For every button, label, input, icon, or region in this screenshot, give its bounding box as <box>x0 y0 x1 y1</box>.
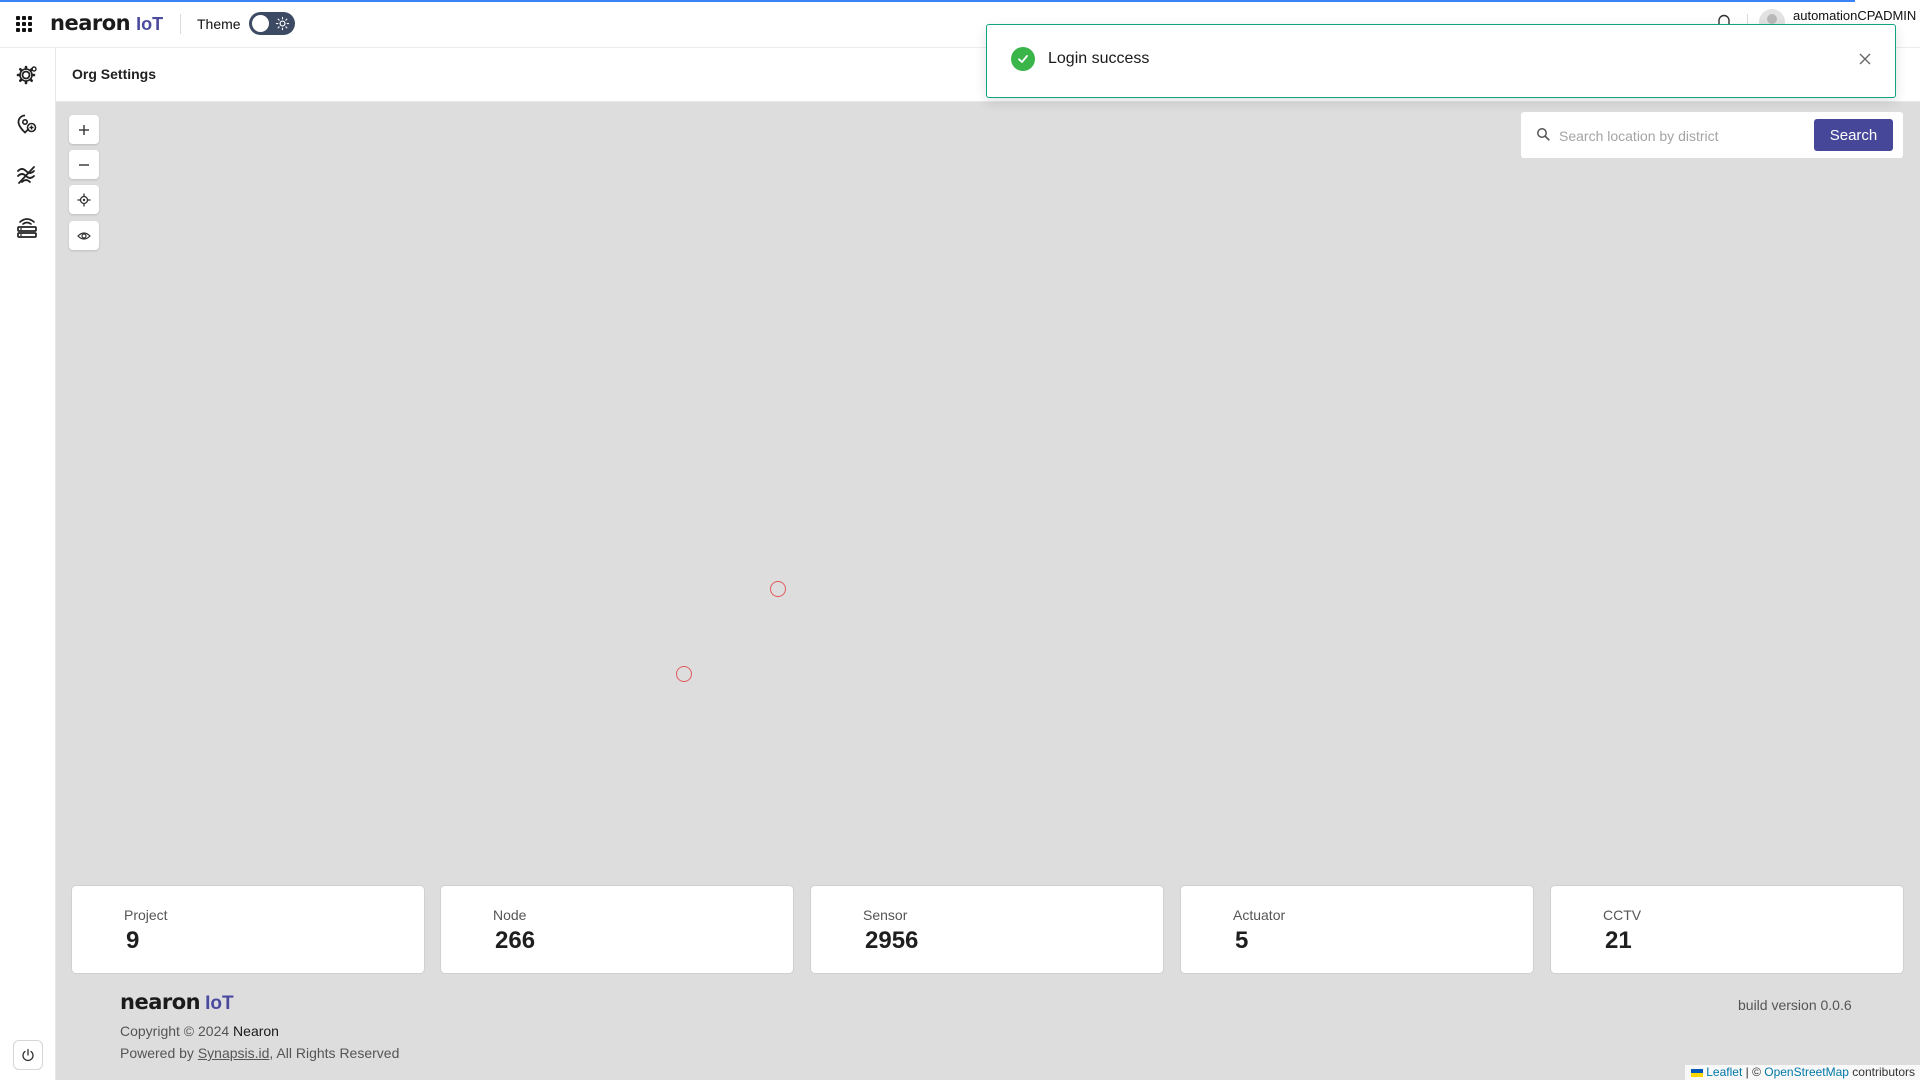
theme-label: Theme <box>197 16 241 32</box>
minus-icon <box>79 163 89 166</box>
sun-icon <box>275 16 290 31</box>
attribution-suffix: contributors <box>1848 1065 1915 1079</box>
map-attribution: Leaflet | © OpenStreetMap contributors <box>1685 1065 1920 1080</box>
search-icon <box>1537 128 1550 141</box>
stat-label: Project <box>124 907 168 923</box>
leaflet-link[interactable]: Leaflet <box>1706 1065 1742 1079</box>
login-success-toast: Login success <box>986 24 1896 98</box>
powered-prefix: Powered by <box>120 1045 194 1061</box>
page-title: Org Settings <box>72 66 157 82</box>
stat-value: 21 <box>1605 927 1632 954</box>
visibility-button[interactable] <box>69 221 99 250</box>
map-marker[interactable] <box>676 666 692 682</box>
sidebar-item-sensors[interactable] <box>14 162 40 188</box>
stat-value: 2956 <box>865 927 919 954</box>
logo-iot: IoT <box>136 14 164 34</box>
username[interactable]: automationCPADMIN <box>1793 8 1916 23</box>
loading-progress-bar <box>0 0 1855 2</box>
location-pin-icon <box>17 114 37 134</box>
signal-waves-icon <box>17 166 35 184</box>
stat-card-sensor: Sensor 2956 <box>811 886 1163 973</box>
apps-grid-icon[interactable] <box>16 16 32 32</box>
powered-by: Powered by Synapsis.id, All Rights Reser… <box>120 1045 399 1061</box>
stat-value: 5 <box>1235 927 1249 954</box>
powered-suffix: , All Rights Reserved <box>269 1045 400 1061</box>
sidebar-item-settings[interactable] <box>14 62 40 88</box>
sidebar-item-location[interactable] <box>14 111 40 137</box>
toast-close-button[interactable] <box>1853 47 1877 71</box>
close-icon <box>1859 53 1871 65</box>
footer-logo: nearon IoT <box>120 990 234 1016</box>
plus-icon <box>79 124 89 135</box>
check-circle-icon <box>1011 47 1035 71</box>
stat-label: Actuator <box>1233 907 1286 923</box>
zoom-in-button[interactable] <box>69 115 99 144</box>
synapsis-link[interactable]: Synapsis.id <box>198 1045 270 1061</box>
brand-logo[interactable]: nearon IoT <box>50 11 163 36</box>
logo-word: nearon <box>50 11 131 35</box>
router-icon <box>17 218 37 238</box>
copyright: Copyright © 2024 Nearon <box>120 1023 279 1039</box>
osm-link[interactable]: OpenStreetMap <box>1764 1065 1849 1079</box>
locate-icon <box>77 193 91 206</box>
stat-label: CCTV <box>1603 907 1642 923</box>
logout-button[interactable] <box>13 1040 43 1070</box>
logo-word: nearon <box>120 990 201 1014</box>
stat-card-node: Node 266 <box>441 886 793 973</box>
locate-button[interactable] <box>69 185 99 214</box>
stat-card-actuator: Actuator 5 <box>1181 886 1533 973</box>
stat-value: 9 <box>126 927 140 954</box>
theme-toggle[interactable] <box>249 12 295 35</box>
power-icon <box>22 1048 34 1062</box>
stat-value: 266 <box>495 927 536 954</box>
location-search-panel: Search <box>1521 112 1903 158</box>
stat-card-project: Project 9 <box>72 886 424 973</box>
search-button[interactable]: Search <box>1814 119 1893 151</box>
attribution-separator: | © <box>1742 1065 1765 1079</box>
copyright-brand: Nearon <box>233 1023 279 1039</box>
sidebar <box>0 48 56 1080</box>
build-version: build version 0.0.6 <box>1738 997 1852 1013</box>
map-marker[interactable] <box>770 581 786 597</box>
search-input[interactable] <box>1557 122 1811 150</box>
stat-card-cctv: CCTV 21 <box>1551 886 1903 973</box>
divider <box>180 14 181 34</box>
stat-label: Node <box>493 907 527 923</box>
toast-message: Login success <box>1048 50 1150 67</box>
ukraine-flag-icon <box>1691 1068 1704 1077</box>
settings-gear-icon <box>16 65 37 85</box>
copyright-prefix: Copyright © 2024 <box>120 1023 230 1039</box>
toggle-knob <box>252 15 269 32</box>
zoom-out-button[interactable] <box>69 150 99 179</box>
eye-icon <box>77 231 91 240</box>
sidebar-item-devices[interactable] <box>14 214 40 240</box>
stat-label: Sensor <box>863 907 908 923</box>
logo-iot: IoT <box>205 993 234 1014</box>
